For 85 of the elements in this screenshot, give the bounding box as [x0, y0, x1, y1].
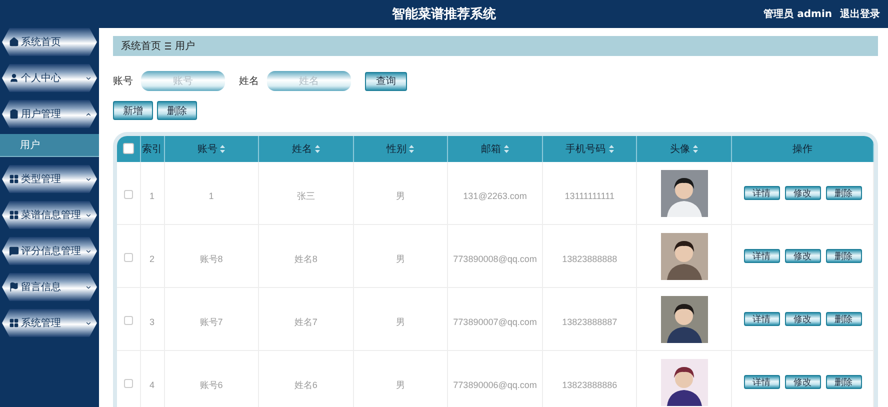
field-label: 账号 [113, 74, 133, 88]
menu-item[interactable]: 评分信息管理 [2, 237, 97, 265]
column-header[interactable]: 性别 [353, 136, 448, 162]
grid-icon [9, 210, 19, 220]
search-button[interactable]: 查询 [365, 72, 407, 90]
table-cell: 姓名7 [294, 316, 318, 326]
menu-item[interactable]: 留言信息 [2, 273, 97, 301]
column-header[interactable]: 头像 [636, 136, 732, 162]
submenu-item[interactable]: 用户 [0, 134, 99, 157]
row-action-button[interactable]: 详情 [744, 312, 780, 326]
table-cell: 13823888886 [562, 380, 618, 390]
row-action-button[interactable]: 修改 [784, 249, 820, 263]
menu-item[interactable]: 菜谱信息管理 [2, 201, 97, 229]
search-field[interactable]: 账号 [141, 71, 225, 91]
table-cell: 1 [149, 190, 154, 200]
column-header[interactable]: 邮箱 [448, 136, 542, 162]
breadcrumb-link[interactable]: 用户 [175, 39, 195, 53]
column-header: 索引 [140, 136, 164, 162]
table-cell: 1 [208, 190, 214, 200]
table-cell: 131@2263.com [463, 190, 527, 200]
table-cell: 男 [396, 380, 405, 390]
grid-icon [9, 318, 19, 328]
row-action-button[interactable]: 删除 [826, 186, 862, 200]
table-cell: 姓名8 [294, 254, 318, 264]
row-action-button[interactable]: 详情 [744, 186, 780, 200]
menu-item[interactable]: 用户管理 [2, 100, 97, 128]
user-icon [9, 73, 19, 83]
table-cell: 账号8 [200, 254, 223, 264]
menu-item[interactable]: 系统首页 [2, 28, 97, 56]
table-cell: 773890007@qq.com [453, 316, 537, 326]
sort-icon[interactable] [220, 145, 226, 153]
sort-icon[interactable] [608, 145, 614, 153]
sort-icon[interactable] [693, 145, 698, 153]
table-cell: 2 [149, 254, 154, 264]
row-checkbox[interactable] [124, 316, 133, 325]
column-header[interactable]: 姓名 [258, 136, 354, 162]
table-cell: 773890006@qq.com [453, 380, 537, 390]
table-cell: 男 [396, 190, 405, 200]
column-header[interactable]: 账号 [164, 136, 259, 162]
row-checkbox[interactable] [124, 190, 133, 199]
separator-icon [165, 42, 171, 50]
grid-icon [9, 174, 19, 184]
table-cell: 773890008@qq.com [453, 254, 537, 264]
table-cell: 3 [149, 316, 154, 326]
row-action-button[interactable]: 修改 [784, 375, 820, 389]
logout-link[interactable]: 退出登录 [840, 7, 880, 21]
table-cell: 男 [396, 254, 405, 264]
row-checkbox[interactable] [124, 252, 133, 262]
flag-icon [9, 282, 19, 292]
table-cell: 账号6 [200, 380, 223, 390]
sort-icon[interactable] [409, 145, 414, 153]
menu-item[interactable]: 系统管理 [2, 309, 97, 337]
breadcrumb-link[interactable]: 系统首页 [121, 39, 161, 53]
action-button[interactable]: 新增 [113, 101, 153, 120]
clipboard-icon [9, 109, 19, 119]
table-cell: 张三 [296, 190, 315, 200]
chat-icon [9, 246, 19, 256]
column-header: 操作 [732, 136, 874, 162]
menu-item[interactable]: 类型管理 [2, 165, 97, 193]
table-cell: 13823888887 [562, 316, 618, 326]
column-header[interactable]: 手机号码 [542, 136, 637, 162]
home-icon [9, 37, 19, 47]
row-action-button[interactable]: 删除 [826, 375, 862, 389]
row-action-button[interactable]: 详情 [744, 375, 780, 389]
sort-icon[interactable] [314, 145, 320, 153]
table-cell: 姓名6 [294, 380, 318, 390]
field-label: 姓名 [239, 75, 259, 88]
sort-icon[interactable] [504, 145, 510, 153]
row-action-button[interactable]: 删除 [826, 249, 862, 263]
search-field[interactable]: 姓名 [267, 71, 351, 91]
app-title: 智能菜谱推荐系统 [392, 6, 496, 23]
table-cell: 13111111111 [564, 190, 614, 200]
row-action-button[interactable]: 详情 [744, 249, 780, 263]
user-name: 管理员 admin [764, 8, 832, 21]
action-button[interactable]: 删除 [157, 101, 197, 120]
menu-item[interactable]: 个人中心 [2, 64, 97, 92]
row-action-button[interactable]: 修改 [784, 186, 820, 200]
row-checkbox[interactable] [124, 378, 133, 388]
table-cell: 4 [149, 380, 154, 390]
table-cell: 13823888888 [562, 254, 618, 264]
row-action-button[interactable]: 修改 [784, 312, 820, 326]
table-cell: 账号7 [200, 316, 223, 326]
select-all-checkbox[interactable] [122, 143, 134, 154]
table-cell: 男 [396, 316, 405, 326]
row-action-button[interactable]: 删除 [826, 312, 862, 326]
